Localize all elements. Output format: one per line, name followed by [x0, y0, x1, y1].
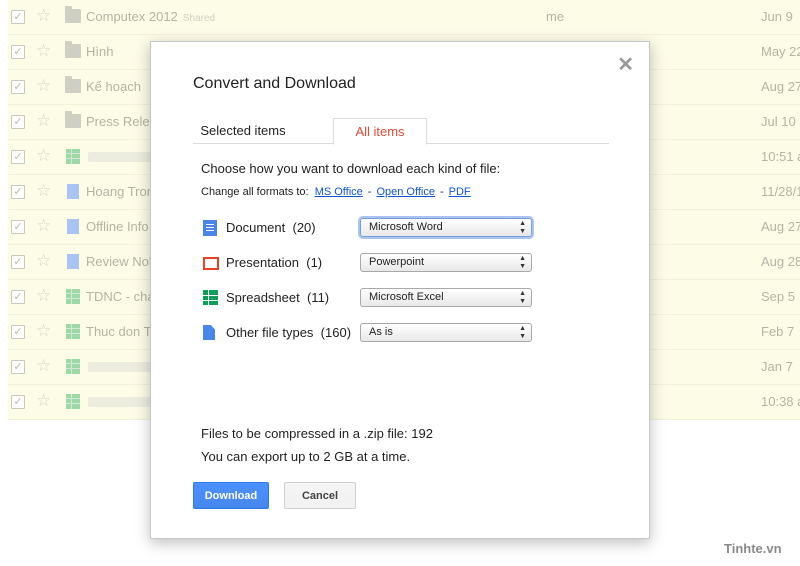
- file-name[interactable]: Hình: [86, 44, 113, 59]
- star-icon[interactable]: ☆: [36, 77, 51, 95]
- open-office-link[interactable]: Open Office: [376, 186, 435, 198]
- spreadsheet-icon: [66, 324, 80, 339]
- star-icon[interactable]: ☆: [36, 42, 51, 60]
- close-icon[interactable]: ✕: [617, 55, 634, 75]
- file-name[interactable]: Offline Info: [86, 219, 149, 234]
- folder-icon: [65, 76, 81, 93]
- document-icon: [67, 219, 79, 234]
- spreadsheet-icon: [66, 149, 80, 164]
- checkbox[interactable]: ✓: [11, 115, 25, 129]
- file-date: May 22: [761, 44, 800, 59]
- instructions-text: Choose how you want to download each kin…: [201, 161, 501, 176]
- file-date: Jun 9: [761, 9, 793, 24]
- checkbox[interactable]: ✓: [11, 360, 25, 374]
- tab-bar: Selected items All items: [193, 118, 609, 145]
- file-name[interactable]: Thuc don T: [86, 324, 152, 339]
- cancel-button[interactable]: Cancel: [284, 482, 356, 509]
- document-icon: [67, 254, 79, 269]
- file-type-label: Document (20): [226, 220, 316, 235]
- star-icon[interactable]: ☆: [36, 357, 51, 375]
- file-date: Jan 7: [761, 359, 793, 374]
- select-arrows-icon: ▲ ▼: [519, 325, 526, 340]
- spreadsheet-icon: [66, 394, 80, 409]
- star-icon[interactable]: ☆: [36, 322, 51, 340]
- star-icon[interactable]: ☆: [36, 392, 51, 410]
- spreadsheet-icon: [203, 290, 218, 305]
- change-all-formats: Change all formats to: MS Office - Open Of…: [201, 186, 474, 198]
- checkbox[interactable]: ✓: [11, 80, 25, 94]
- document-icon: [67, 184, 79, 199]
- file-date: 10:51 a: [761, 149, 800, 164]
- separator: -: [367, 186, 372, 198]
- export-limit-note: You can export up to 2 GB at a time.: [201, 449, 411, 464]
- pdf-link[interactable]: PDF: [449, 186, 471, 198]
- file-name[interactable]: Kế hoạch: [86, 79, 141, 94]
- file-name[interactable]: Press Rele: [86, 114, 150, 129]
- file-date: Aug 27: [761, 79, 800, 94]
- presentation-icon: [203, 257, 219, 270]
- star-icon[interactable]: ☆: [36, 7, 51, 25]
- document-format-select[interactable]: Microsoft Word ▲ ▼: [360, 218, 532, 237]
- file-name[interactable]: Hoang Tron: [86, 184, 154, 199]
- checkbox[interactable]: ✓: [11, 185, 25, 199]
- star-icon[interactable]: ☆: [36, 147, 51, 165]
- checkbox[interactable]: ✓: [11, 290, 25, 304]
- star-icon[interactable]: ☆: [36, 182, 51, 200]
- dialog-title: Convert and Download: [193, 75, 356, 92]
- spreadsheet-icon: [66, 289, 80, 304]
- file-date: Jul 10: [761, 114, 796, 129]
- file-type-label: Presentation (1): [226, 255, 323, 270]
- file-date: Feb 7: [761, 324, 795, 339]
- compressed-file-count: Files to be compressed in a .zip file: 1…: [201, 426, 433, 441]
- file-name[interactable]: Computex 2012 Shared: [86, 9, 215, 24]
- star-icon[interactable]: ☆: [36, 252, 51, 270]
- file-date: Sep 5: [761, 289, 795, 304]
- select-arrows-icon: ▲ ▼: [519, 220, 526, 235]
- other-format-select[interactable]: As is ▲ ▼: [360, 323, 532, 342]
- file-date: 10:38 a: [761, 394, 800, 409]
- checkbox[interactable]: ✓: [11, 220, 25, 234]
- file-date: Aug 27: [761, 219, 800, 234]
- checkbox[interactable]: ✓: [11, 150, 25, 164]
- select-arrows-icon: ▲ ▼: [519, 290, 526, 305]
- file-name[interactable]: Review Nok: [86, 254, 155, 269]
- blurred-file-name: [88, 397, 158, 407]
- download-button[interactable]: Download: [193, 482, 269, 509]
- checkbox[interactable]: ✓: [11, 255, 25, 269]
- file-icon: [203, 325, 215, 340]
- document-icon: [203, 220, 217, 236]
- select-arrows-icon: ▲ ▼: [519, 255, 526, 270]
- file-date: 11/28/1: [761, 184, 800, 199]
- star-icon[interactable]: ☆: [36, 287, 51, 305]
- star-icon[interactable]: ☆: [36, 217, 51, 235]
- ms-office-link[interactable]: MS Office: [315, 186, 363, 198]
- file-date: Aug 28: [761, 254, 800, 269]
- spreadsheet-icon: [66, 359, 80, 374]
- checkbox[interactable]: ✓: [11, 325, 25, 339]
- file-type-label: Spreadsheet (11): [226, 290, 330, 305]
- file-row[interactable]: ✓ ☆ Computex 2012 Shared me Jun 9: [8, 0, 800, 35]
- checkbox[interactable]: ✓: [11, 395, 25, 409]
- tab-selected-items[interactable]: Selected items: [193, 118, 293, 143]
- spreadsheet-format-select[interactable]: Microsoft Excel ▲ ▼: [360, 288, 532, 307]
- folder-icon: [65, 6, 81, 23]
- star-icon[interactable]: ☆: [36, 112, 51, 130]
- file-name[interactable]: TDNC - chá: [86, 289, 155, 304]
- change-all-label: Change all formats to:: [201, 186, 309, 198]
- checkbox[interactable]: ✓: [11, 10, 25, 24]
- folder-icon: [65, 41, 81, 58]
- folder-icon: [65, 111, 81, 128]
- shared-label: Shared: [182, 13, 216, 24]
- watermark-logo: Tinhte.vn: [724, 541, 782, 556]
- tab-all-items[interactable]: All items: [333, 118, 427, 145]
- checkbox[interactable]: ✓: [11, 45, 25, 59]
- blurred-file-name: [88, 362, 158, 372]
- convert-download-dialog: ✕ Convert and Download Selected items Al…: [150, 41, 650, 539]
- separator: -: [439, 186, 444, 198]
- file-type-label: Other file types (160): [226, 325, 352, 340]
- blurred-file-name: [88, 152, 158, 162]
- presentation-format-select[interactable]: Powerpoint ▲ ▼: [360, 253, 532, 272]
- file-owner: me: [546, 9, 565, 24]
